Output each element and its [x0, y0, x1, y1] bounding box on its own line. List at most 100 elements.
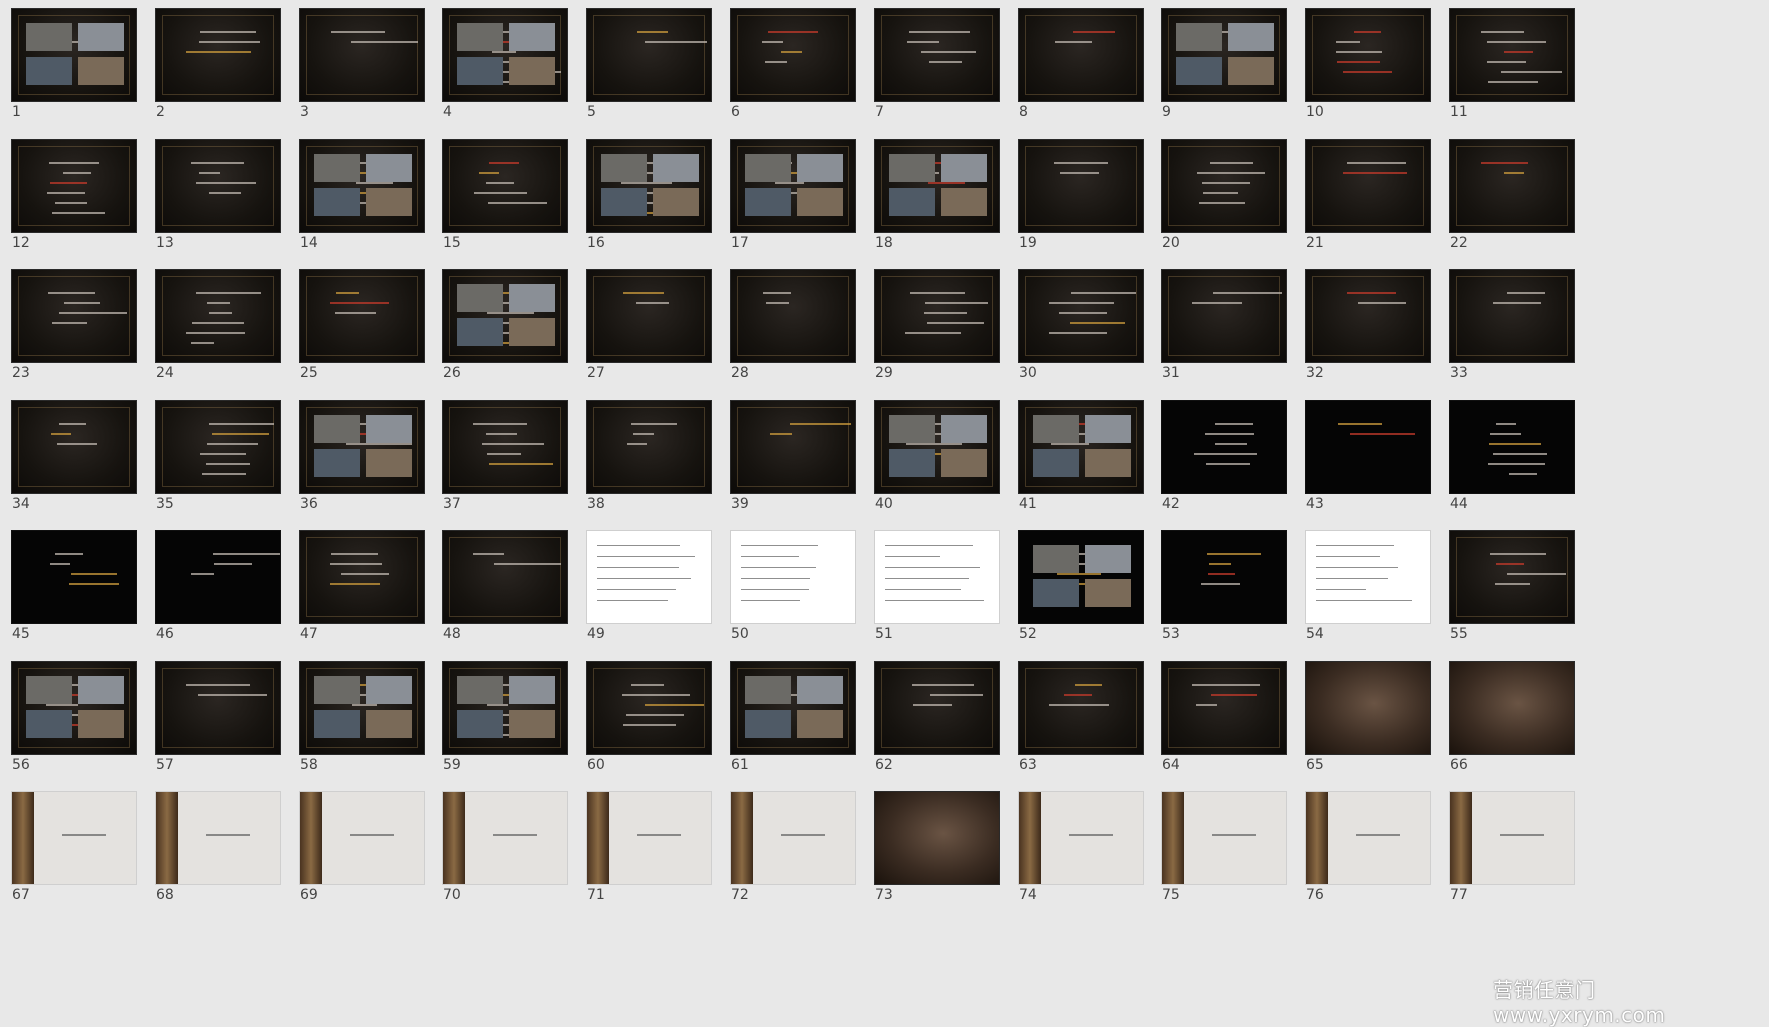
- slide-preview: [586, 530, 712, 624]
- slide-thumbnail-21[interactable]: 21: [1294, 131, 1431, 251]
- slide-thumbnail-69[interactable]: 69: [288, 783, 425, 903]
- slide-thumbnail-65[interactable]: 65: [1294, 653, 1431, 773]
- slide-thumbnail-63[interactable]: 63: [1007, 653, 1144, 773]
- slide-thumbnail-33[interactable]: 33: [1438, 261, 1575, 381]
- slide-thumbnail-46[interactable]: 46: [144, 522, 281, 642]
- slide-thumbnail-51[interactable]: 51: [863, 522, 1000, 642]
- slide-thumbnail-77[interactable]: 77: [1438, 783, 1575, 903]
- slide-thumbnail-42[interactable]: 42: [1150, 392, 1287, 512]
- slide-thumbnail-68[interactable]: 68: [144, 783, 281, 903]
- slide-thumbnail-10[interactable]: 10: [1294, 0, 1431, 120]
- slide-thumbnail-38[interactable]: 38: [575, 392, 712, 512]
- slide-thumbnail-8[interactable]: 8: [1007, 0, 1144, 120]
- slide-number: 24: [156, 365, 174, 381]
- slide-thumbnail-16[interactable]: 16: [575, 131, 712, 251]
- slide-thumbnail-29[interactable]: 29: [863, 261, 1000, 381]
- slide-thumbnail-5[interactable]: 5: [575, 0, 712, 120]
- slide-thumbnail-59[interactable]: 59: [431, 653, 568, 773]
- slide-thumbnail-44[interactable]: 44: [1438, 392, 1575, 512]
- slide-thumbnail-64[interactable]: 64: [1150, 653, 1287, 773]
- slide-thumbnail-53[interactable]: 53: [1150, 522, 1287, 642]
- slide-thumbnail-49[interactable]: 49: [575, 522, 712, 642]
- slide-thumbnail-76[interactable]: 76: [1294, 783, 1431, 903]
- slide-number: 17: [731, 235, 749, 251]
- slide-thumbnail-13[interactable]: 13: [144, 131, 281, 251]
- slide-thumbnail-47[interactable]: 47: [288, 522, 425, 642]
- slide-thumbnail-72[interactable]: 72: [719, 783, 856, 903]
- slide-thumbnail-43[interactable]: 43: [1294, 392, 1431, 512]
- slide-number: 34: [12, 496, 30, 512]
- slide-thumbnail-50[interactable]: 50: [719, 522, 856, 642]
- slide-thumbnail-60[interactable]: 60: [575, 653, 712, 773]
- slide-number: 3: [300, 104, 309, 120]
- slide-thumbnail-14[interactable]: 14: [288, 131, 425, 251]
- slide-thumbnail-71[interactable]: 71: [575, 783, 712, 903]
- slide-thumbnail-23[interactable]: 23: [0, 261, 137, 381]
- slide-thumbnail-28[interactable]: 28: [719, 261, 856, 381]
- slide-thumbnail-30[interactable]: 30: [1007, 261, 1144, 381]
- slide-thumbnail-36[interactable]: 36: [288, 392, 425, 512]
- slide-thumbnail-66[interactable]: 66: [1438, 653, 1575, 773]
- slide-number: 70: [443, 887, 461, 903]
- slide-thumbnail-25[interactable]: 25: [288, 261, 425, 381]
- slide-preview: [874, 8, 1000, 102]
- slide-preview: [1449, 269, 1575, 363]
- slide-thumbnail-4[interactable]: 4: [431, 0, 568, 120]
- slide-thumbnail-52[interactable]: 52: [1007, 522, 1144, 642]
- slide-number: 54: [1306, 626, 1324, 642]
- slide-thumbnail-41[interactable]: 41: [1007, 392, 1144, 512]
- slide-thumbnail-26[interactable]: 26: [431, 261, 568, 381]
- slide-thumbnail-12[interactable]: 12: [0, 131, 137, 251]
- slide-thumbnail-9[interactable]: 9: [1150, 0, 1287, 120]
- slide-thumbnail-17[interactable]: 17: [719, 131, 856, 251]
- slide-thumbnail-3[interactable]: 3: [288, 0, 425, 120]
- slide-number: 61: [731, 757, 749, 773]
- slide-thumbnail-74[interactable]: 74: [1007, 783, 1144, 903]
- slide-preview: [11, 139, 137, 233]
- slide-preview: [730, 269, 856, 363]
- slide-preview: [1161, 139, 1287, 233]
- slide-thumbnail-75[interactable]: 75: [1150, 783, 1287, 903]
- slide-thumbnail-20[interactable]: 20: [1150, 131, 1287, 251]
- slide-thumbnail-57[interactable]: 57: [144, 653, 281, 773]
- slide-thumbnail-54[interactable]: 54: [1294, 522, 1431, 642]
- slide-thumbnail-61[interactable]: 61: [719, 653, 856, 773]
- slide-preview: [1305, 139, 1431, 233]
- slide-preview: [874, 139, 1000, 233]
- slide-preview: [874, 530, 1000, 624]
- slide-thumbnail-45[interactable]: 45: [0, 522, 137, 642]
- slide-thumbnail-6[interactable]: 6: [719, 0, 856, 120]
- slide-thumbnail-67[interactable]: 67: [0, 783, 137, 903]
- slide-thumbnail-35[interactable]: 35: [144, 392, 281, 512]
- slide-thumbnail-62[interactable]: 62: [863, 653, 1000, 773]
- slide-thumbnail-19[interactable]: 19: [1007, 131, 1144, 251]
- slide-thumbnail-1[interactable]: 1: [0, 0, 137, 120]
- slide-preview: [299, 139, 425, 233]
- slide-thumbnail-58[interactable]: 58: [288, 653, 425, 773]
- slide-thumbnail-15[interactable]: 15: [431, 131, 568, 251]
- slide-thumbnail-7[interactable]: 7: [863, 0, 1000, 120]
- slide-preview: [442, 530, 568, 624]
- slide-thumbnail-40[interactable]: 40: [863, 392, 1000, 512]
- slide-preview: [874, 661, 1000, 755]
- slide-thumbnail-39[interactable]: 39: [719, 392, 856, 512]
- slide-thumbnail-31[interactable]: 31: [1150, 261, 1287, 381]
- slide-thumbnail-73[interactable]: 73: [863, 783, 1000, 903]
- slide-thumbnail-48[interactable]: 48: [431, 522, 568, 642]
- slide-thumbnail-56[interactable]: 56: [0, 653, 137, 773]
- slide-thumbnail-37[interactable]: 37: [431, 392, 568, 512]
- slide-thumbnail-55[interactable]: 55: [1438, 522, 1575, 642]
- slide-thumbnail-32[interactable]: 32: [1294, 261, 1431, 381]
- slide-thumbnail-27[interactable]: 27: [575, 261, 712, 381]
- slide-preview: [1018, 791, 1144, 885]
- slide-thumbnail-2[interactable]: 2: [144, 0, 281, 120]
- slide-number: 47: [300, 626, 318, 642]
- slide-preview: [1018, 269, 1144, 363]
- slide-thumbnail-22[interactable]: 22: [1438, 131, 1575, 251]
- slide-thumbnail-11[interactable]: 11: [1438, 0, 1575, 120]
- slide-thumbnail-34[interactable]: 34: [0, 392, 137, 512]
- slide-thumbnail-70[interactable]: 70: [431, 783, 568, 903]
- slide-thumbnail-18[interactable]: 18: [863, 131, 1000, 251]
- slide-preview: [299, 791, 425, 885]
- slide-thumbnail-24[interactable]: 24: [144, 261, 281, 381]
